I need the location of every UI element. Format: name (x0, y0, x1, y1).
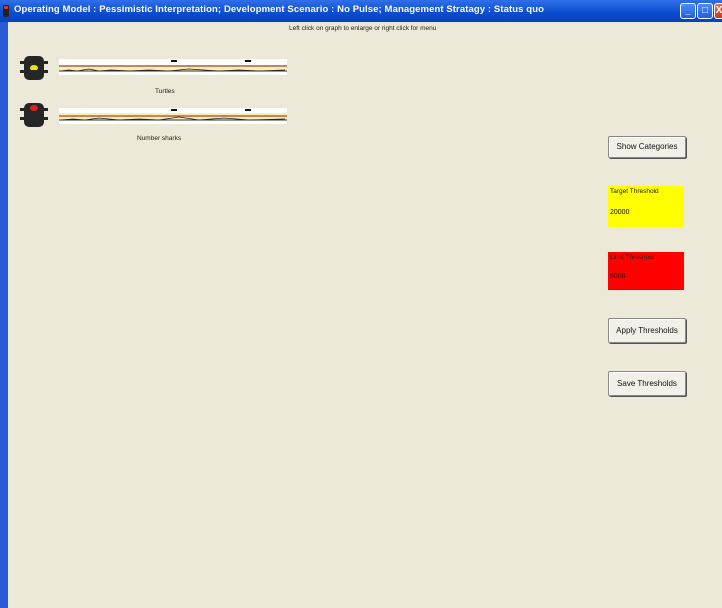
red-light-icon (30, 105, 38, 111)
app-window (0, 0, 722, 608)
target-threshold-label: Target Threshold (608, 186, 684, 197)
apply-thresholds-button[interactable]: Apply Thresholds (608, 318, 686, 343)
yellow-light-icon (30, 65, 38, 71)
minimize-button[interactable]: _ (680, 3, 696, 19)
show-categories-button[interactable]: Show Categories (608, 136, 686, 158)
traffic-light-icon-sharks (20, 103, 48, 127)
turtles-chart-svg (59, 59, 287, 75)
limit-threshold-label: Limit Threshold (608, 252, 684, 263)
close-button[interactable]: X (714, 3, 722, 19)
instruction-text: Left click on graph to enlarge or right … (289, 25, 437, 32)
marker (245, 60, 251, 62)
maximize-button[interactable]: □ (697, 3, 713, 19)
limit-threshold-input[interactable] (608, 263, 684, 290)
chart-label-turtles: Turtles (155, 88, 175, 95)
marker (245, 109, 251, 111)
traffic-light-app-icon (3, 5, 9, 17)
sharks-mini-chart[interactable] (59, 108, 287, 124)
target-threshold-input[interactable] (608, 197, 684, 227)
marker (171, 109, 177, 111)
traffic-light-icon-turtles (20, 56, 48, 80)
marker (171, 60, 177, 62)
sharks-chart-svg (59, 108, 287, 124)
window-title: Operating Model : Pessimistic Interpreta… (14, 4, 544, 15)
turtles-mini-chart[interactable] (59, 59, 287, 75)
chart-label-sharks: Number sharks (137, 135, 182, 142)
title-bar[interactable]: Operating Model : Pessimistic Interpreta… (0, 0, 722, 22)
save-thresholds-button[interactable]: Save Thresholds (608, 371, 686, 396)
